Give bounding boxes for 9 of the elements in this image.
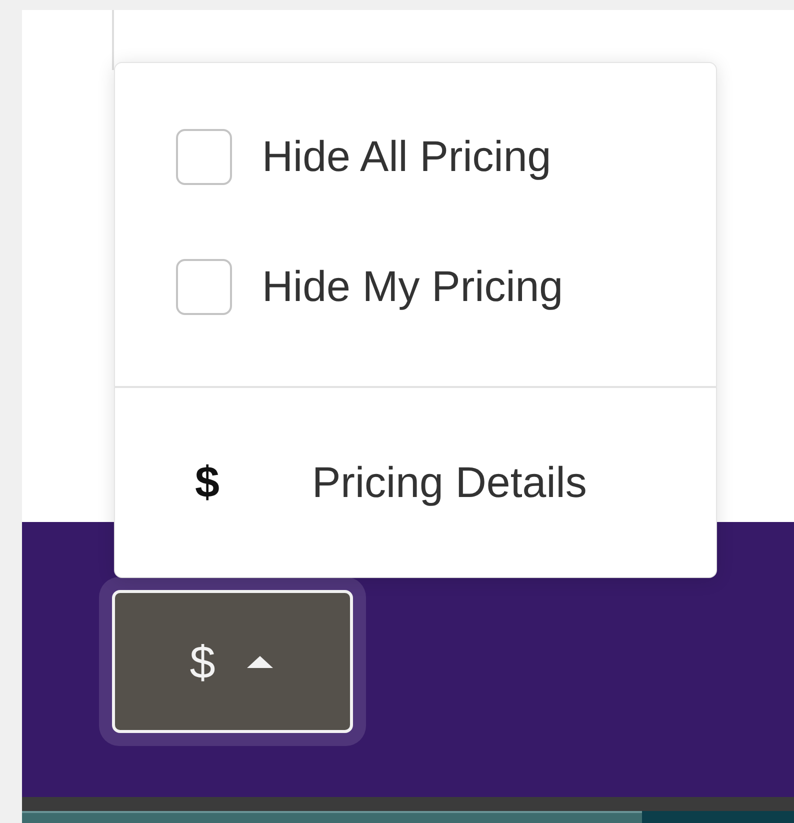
menu-item-label: Pricing Details [312,458,587,508]
checkbox-label[interactable]: Hide My Pricing [262,262,564,312]
checkbox[interactable] [176,259,232,315]
checkbox[interactable] [176,129,232,185]
checkbox-label[interactable]: Hide All Pricing [262,132,552,182]
pricing-button[interactable]: $ [112,590,353,733]
dollar-icon: $ [190,634,216,688]
dollar-icon: $ [195,458,312,508]
pricing-details-item[interactable]: $ Pricing Details [115,388,716,578]
